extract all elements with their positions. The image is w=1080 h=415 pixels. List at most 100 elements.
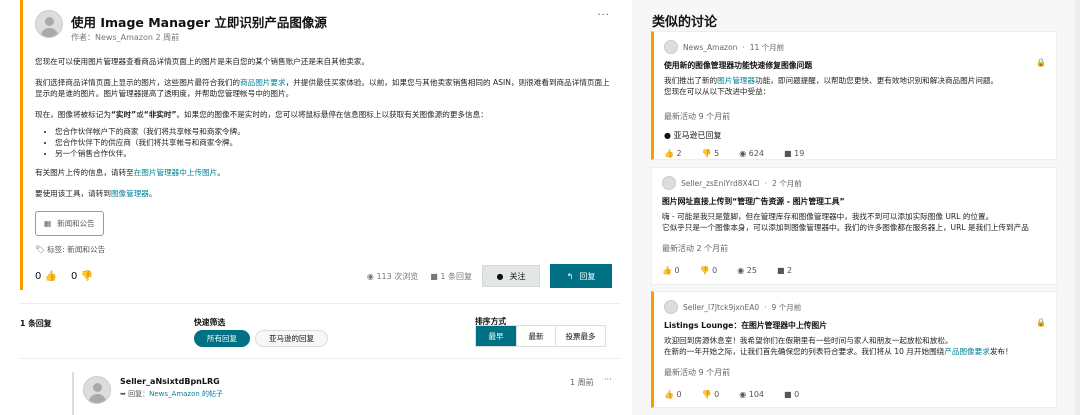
news-icon: ▦	[44, 219, 52, 228]
main-column: 使用 Image Manager 立即识别产品图像源 作者：News_Amazo…	[0, 0, 632, 415]
comments: ■ 2	[776, 266, 793, 275]
upvotes: 👍 0	[664, 390, 682, 399]
views-label: 113 次浏览	[376, 271, 419, 281]
paragraph: 您现在可以使用图片管理器查看商品详情页面上的图片是来自您的某个销售账户还是来自其…	[35, 57, 370, 66]
scrollbar[interactable]	[1075, 0, 1080, 415]
quick-filter-label: 快速筛选	[194, 318, 226, 327]
filter-amazon-replies[interactable]: 亚马逊的回复	[255, 330, 328, 347]
sort-toggle: 最早 最新 投票最多	[475, 325, 606, 347]
list-item: 您合作伙伴帐户下的商家（我们将共享帐号和商家令牌。	[55, 126, 615, 137]
avatar	[664, 300, 678, 314]
views: ◉ 624	[739, 149, 765, 158]
filter-all-replies[interactable]: 所有回复	[194, 330, 250, 347]
text: 我们选择商品详情页面上显示的图片，这些图片最符合我们的	[35, 78, 241, 87]
comment-icon: ■	[430, 271, 438, 281]
card-author[interactable]: Seller_zsEniYrd8X4Cl	[681, 179, 760, 188]
count: 2	[676, 149, 682, 158]
reply-to-link[interactable]: News_Amazon 的帖子	[149, 390, 223, 398]
card-title[interactable]: Listings Lounge：在图片管理器中上传图片	[664, 320, 1046, 331]
thumbs-down-icon: 👎	[80, 270, 94, 282]
count: 25	[746, 266, 757, 275]
reply-time: 1 周前	[570, 378, 594, 387]
card-excerpt: 欢迎回到房源休息室！我希望你们在假期里有一些时间与家人和朋友一起放松和放松。 在新…	[664, 335, 1046, 363]
last-activity: 最新活动 2 个月前	[662, 244, 729, 253]
text: 。如果您的图像不是实时的，您可以将鼠标悬停在信息图标上以获取有关图像源的更多信息…	[176, 110, 488, 119]
category-chip[interactable]: ▦ 新闻和公告	[35, 211, 104, 236]
follow-label: 关注	[509, 271, 526, 281]
image-requirements-link[interactable]: 商品图片要求	[240, 78, 286, 87]
plus-circle-icon: ●	[496, 271, 504, 281]
downvotes: 👎 5	[701, 149, 720, 158]
count: 624	[748, 149, 765, 158]
list-item: 另一个销售合作伙伴。	[55, 148, 615, 159]
eye-icon: ◉	[366, 271, 374, 281]
amazon-icon: ●	[664, 131, 671, 140]
views: ◉ 104	[739, 390, 765, 399]
paragraph: 要使用该工具，请转到图像管理器。	[35, 188, 615, 199]
count: 0	[674, 266, 680, 275]
image-manager-link[interactable]: 图像管理器	[111, 189, 149, 198]
more-options-button[interactable]: ···	[597, 10, 610, 21]
divider	[20, 303, 620, 304]
count: 0	[676, 390, 682, 399]
lock-icon: 🔒	[1036, 58, 1046, 67]
category-label: 新闻和公告	[57, 219, 95, 228]
card-title[interactable]: 图片网址直接上传到“管理广告资源 - 图片管理工具”	[662, 196, 1046, 207]
reply-icon: ↰	[566, 271, 574, 281]
list-item: 您合作伙伴下的供应商（我们将共享帐号和商家令牌。	[55, 137, 615, 148]
tags: 🏷 标签: 新闻和公告	[35, 244, 615, 255]
avatar	[662, 176, 676, 190]
image-requirements-link[interactable]: 产品图像要求	[944, 347, 990, 356]
card-author[interactable]: Seller_l7Jtck9jxnEA0	[683, 303, 759, 312]
sort-oldest[interactable]: 最早	[476, 326, 516, 346]
post-title: 使用 Image Manager 立即识别产品图像源	[71, 15, 327, 30]
upload-images-link[interactable]: 在图片管理器中上传图片	[134, 168, 218, 177]
downvote-count: 0	[71, 270, 78, 282]
reply-more-button[interactable]: ···	[604, 375, 612, 384]
sort-newest[interactable]: 最新	[516, 326, 555, 346]
upvote-button[interactable]: 0 👍	[35, 271, 57, 282]
upvotes: 👍 0	[662, 266, 680, 275]
avatar	[664, 40, 678, 54]
post-card: 使用 Image Manager 立即识别产品图像源 作者：News_Amazo…	[20, 0, 620, 290]
upvote-count: 0	[35, 270, 42, 282]
count: 104	[748, 390, 765, 399]
reply-button[interactable]: ↰ 回复	[550, 264, 612, 288]
text: 要使用该工具，请转到	[35, 189, 111, 198]
image-manager-link[interactable]: 图片管理器	[717, 76, 755, 85]
text: 现在，图像将被标记为	[35, 110, 111, 119]
discussion-card[interactable]: Seller_l7Jtck9jxnEA0 · 9 个月前 🔒 Listings Lo…	[651, 291, 1057, 408]
sort-most-votes[interactable]: 投票最多	[555, 326, 605, 346]
count: 0	[794, 390, 800, 399]
discussion-card[interactable]: Seller_zsEniYrd8X4Cl · 2 个月前 图片网址直接上传到“管理广…	[651, 167, 1057, 285]
reply-count: ■ 1 条回复	[430, 271, 472, 282]
amazon-replied-badge: ● 亚马逊已回复	[664, 130, 1046, 141]
reply-author[interactable]: Seller_aNsixtdBpnLRG	[120, 377, 220, 386]
text: 它似乎只是一个图像本身，可以添加到图像管理器中。我们的许多图像都在服务器上，UR…	[662, 223, 1029, 232]
post-meta: 作者：News_Amazon 2 周前	[71, 33, 180, 42]
text: “非实时”	[143, 110, 177, 119]
card-author[interactable]: News_Amazon	[683, 43, 737, 52]
card-excerpt: 嗨 - 可能是我只是蹩脚，但在管理库存和图像管理器中，我找不到可以添加实际图像 …	[662, 211, 1046, 239]
reply-avatar[interactable]	[83, 376, 111, 404]
downvote-button[interactable]: 0 👎	[71, 271, 93, 282]
card-time: 9 个月前	[771, 302, 802, 312]
tags-label[interactable]: 标签: 新闻和公告	[47, 245, 105, 254]
last-activity: 最新活动 9 个月前	[664, 368, 731, 377]
text: 嗨 - 可能是我只是蹩脚，但在管理库存和图像管理器中，我找不到可以添加实际图像 …	[662, 212, 994, 221]
comments: ■ 19	[784, 149, 805, 158]
count: 2	[787, 266, 793, 275]
similar-discussions-panel: 类似的讨论 News_Amazon · 11 个月前 🔒 使用新的图像管理器功能快速…	[632, 0, 1080, 415]
text: 。	[217, 168, 225, 177]
paragraph: 我们选择商品详情页面上显示的图片，这些图片最符合我们的商品图片要求，并提供最佳买…	[35, 77, 615, 99]
count: 5	[714, 149, 720, 158]
card-time: 2 个月前	[772, 178, 802, 188]
comments: ■ 0	[784, 390, 800, 399]
discussion-card[interactable]: News_Amazon · 11 个月前 🔒 使用新的图像管理器功能快速修复图像问题…	[651, 31, 1057, 160]
author-avatar[interactable]	[35, 10, 63, 38]
similar-title: 类似的讨论	[652, 15, 718, 30]
follow-button[interactable]: ● 关注	[482, 265, 540, 287]
post-body: 您现在可以使用图片管理器查看商品详情页面上的图片是来自您的某个销售账户还是来自其…	[35, 56, 615, 255]
card-title[interactable]: 使用新的图像管理器功能快速修复图像问题	[664, 60, 1046, 71]
text: 或	[136, 110, 144, 119]
